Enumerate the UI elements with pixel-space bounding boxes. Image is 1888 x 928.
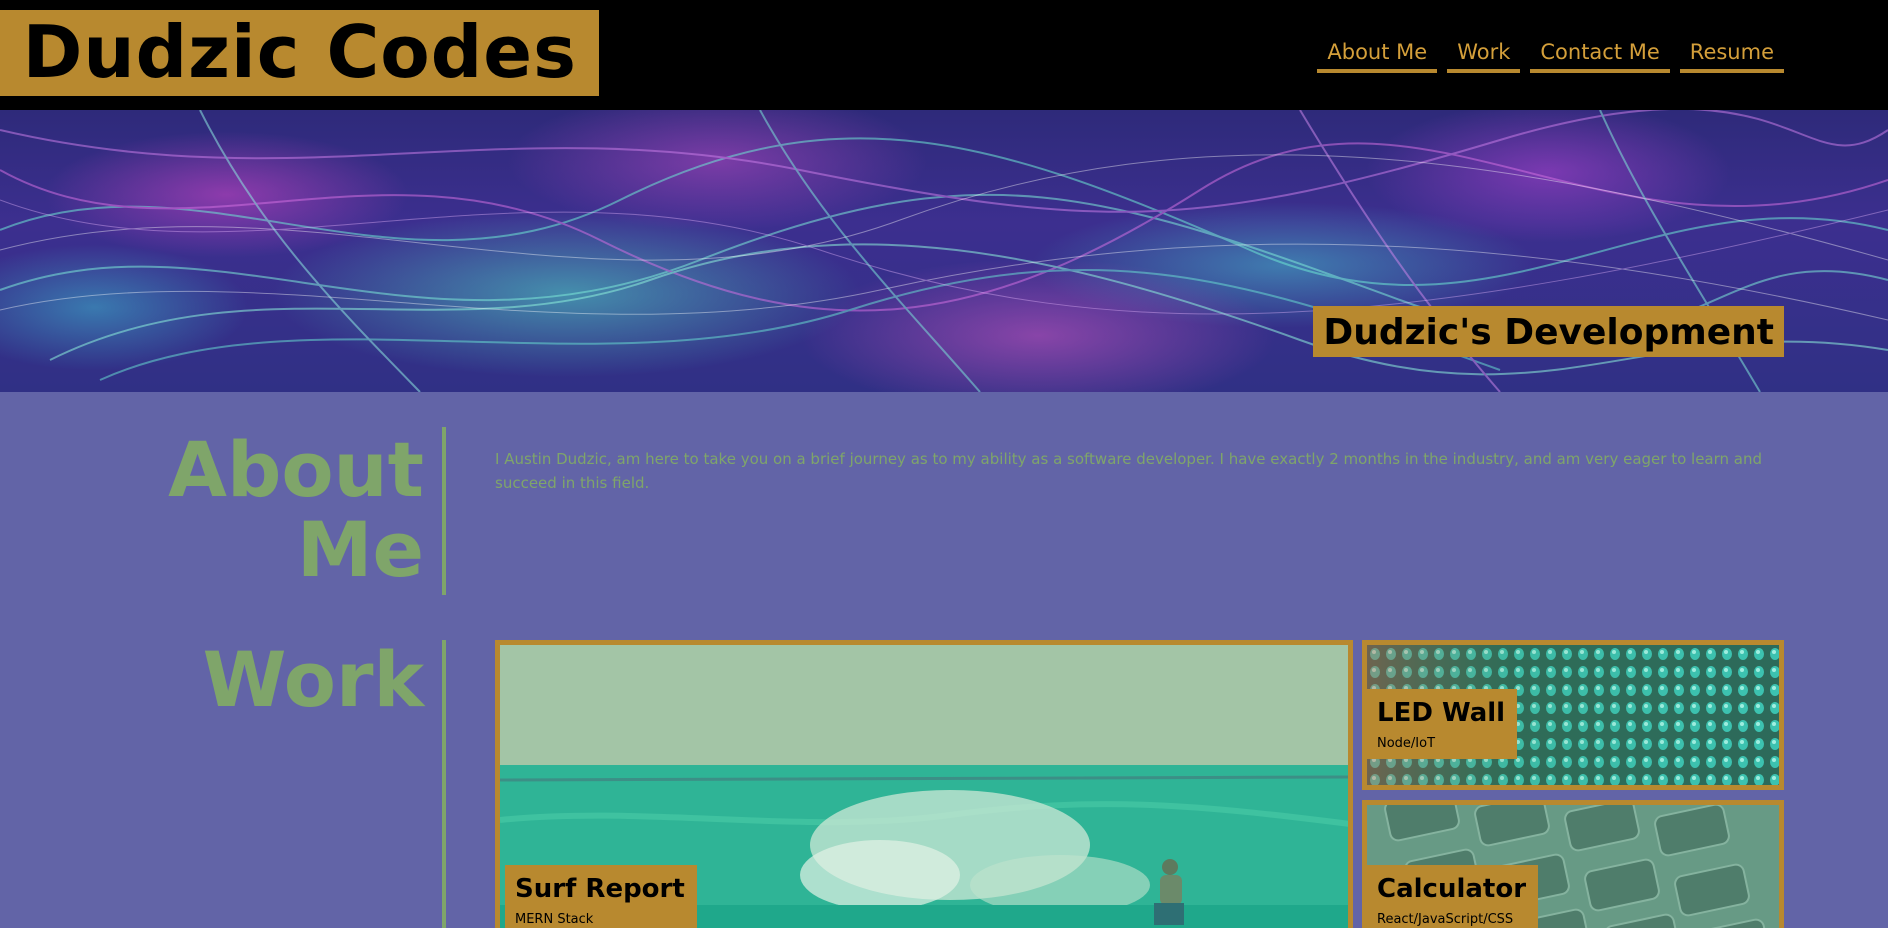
about-title-line1: About [168, 425, 424, 514]
hero-banner: Dudzic's Development [0, 110, 1888, 392]
project-title: LED Wall [1377, 698, 1506, 728]
project-card-led-wall[interactable]: LED Wall Node/IoT [1362, 640, 1784, 790]
surf-report-label: Surf Report MERN Stack [505, 865, 697, 928]
project-title: Calculator [1377, 874, 1527, 905]
work-section-title: Work [202, 635, 424, 724]
logo[interactable]: Dudzic Codes [0, 10, 599, 96]
project-stack: Node/IoT [1377, 735, 1436, 751]
logo-text: Dudzic Codes [22, 10, 577, 94]
nav-link-about-me[interactable]: About Me [1317, 38, 1438, 73]
nav-link-contact-me[interactable]: Contact Me [1530, 38, 1670, 73]
about-section-title: About Me [124, 430, 424, 590]
project-stack: MERN Stack [515, 912, 594, 927]
site-header: Dudzic Codes About Me Work Contact Me Re… [0, 0, 1888, 110]
project-stack: React/JavaScript/CSS [1377, 912, 1514, 927]
work-divider [442, 640, 446, 928]
nav-link-work[interactable]: Work [1447, 38, 1521, 73]
about-title-line2: Me [296, 504, 424, 594]
project-card-surf-report[interactable]: Surf Report MERN Stack [495, 640, 1353, 928]
hero-title-badge: Dudzic's Development [1313, 306, 1784, 357]
main-nav: About Me Work Contact Me Resume [1317, 38, 1784, 73]
led-wall-label: LED Wall Node/IoT [1367, 689, 1518, 759]
calculator-label: Calculator React/JavaScript/CSS [1367, 865, 1539, 928]
nav-link-resume[interactable]: Resume [1679, 38, 1784, 73]
project-card-calculator[interactable]: Calculator React/JavaScript/CSS [1362, 800, 1784, 928]
about-paragraph: I Austin Dudzic, am here to take you on … [495, 450, 1763, 492]
about-divider [442, 427, 446, 595]
project-title: Surf Report [515, 874, 685, 905]
